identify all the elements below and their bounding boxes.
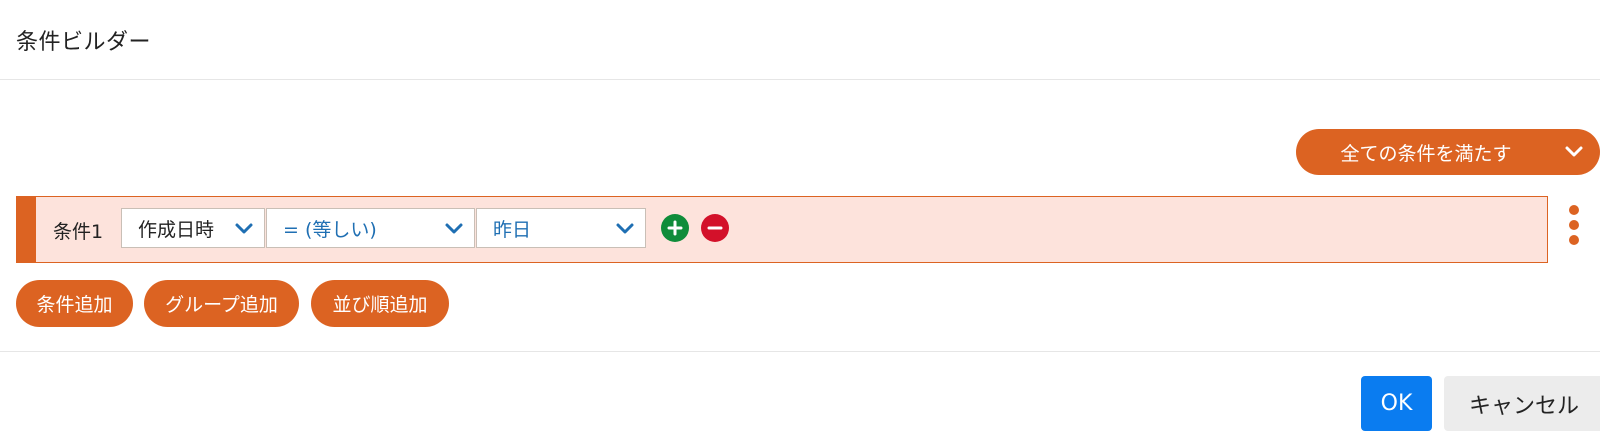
dialog-header: 条件ビルダー: [0, 0, 1600, 80]
chevron-down-icon: [1565, 146, 1583, 157]
chevron-down-icon: [616, 223, 634, 234]
add-condition-icon-button[interactable]: [661, 214, 689, 242]
remove-condition-icon-button[interactable]: [701, 214, 729, 242]
operator-select[interactable]: = (等しい): [266, 208, 475, 248]
add-group-button[interactable]: グループ追加: [144, 280, 299, 327]
match-mode-label: 全ての条件を満たす: [1340, 142, 1512, 165]
condition-row-accent: [17, 197, 36, 262]
dialog-title: 条件ビルダー: [16, 30, 152, 55]
match-mode-select[interactable]: 全ての条件を満たす: [1296, 129, 1600, 175]
field-select[interactable]: 作成日時: [121, 208, 265, 248]
add-condition-button[interactable]: 条件追加: [16, 280, 133, 327]
condition-builder-dialog: 条件ビルダー 全ての条件を満たす 条件1 作成日時 = (等しい) 昨日 条件追…: [0, 0, 1600, 441]
cancel-button[interactable]: キャンセル: [1444, 376, 1600, 431]
plus-icon: [667, 220, 683, 236]
chevron-down-icon: [445, 223, 463, 234]
add-sort-button[interactable]: 並び順追加: [311, 280, 449, 327]
condition-label: 条件1: [53, 221, 104, 243]
footer-divider: [0, 351, 1600, 352]
minus-icon: [707, 226, 723, 230]
value-select[interactable]: 昨日: [476, 208, 646, 248]
value-select-value: 昨日: [493, 218, 532, 241]
kebab-menu-icon[interactable]: [1564, 205, 1584, 245]
ok-button[interactable]: OK: [1361, 376, 1432, 431]
field-select-value: 作成日時: [138, 218, 215, 241]
condition-row: 条件1 作成日時 = (等しい) 昨日: [16, 196, 1548, 263]
operator-select-value: = (等しい): [283, 218, 377, 241]
chevron-down-icon: [235, 223, 253, 234]
